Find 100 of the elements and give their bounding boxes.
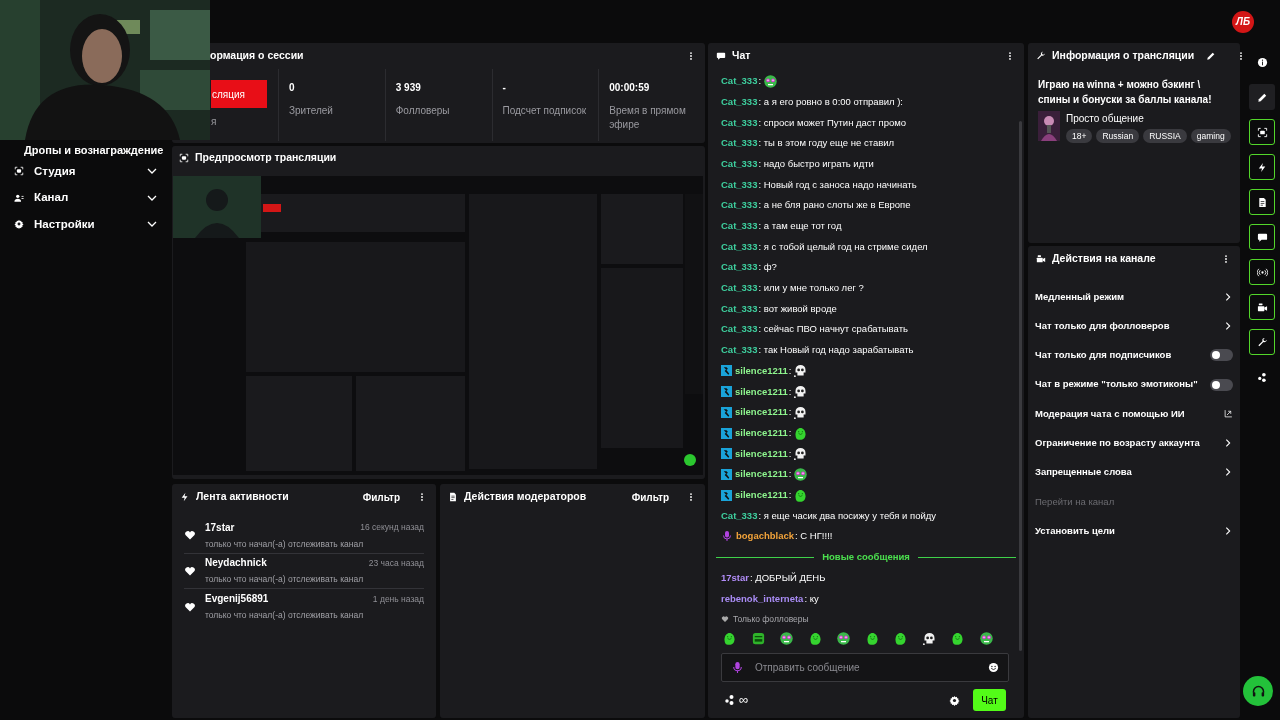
tag[interactable]: RUSSIA (1143, 129, 1187, 143)
emote-button[interactable] (978, 630, 994, 646)
follower-name: Neydachnick (205, 556, 268, 571)
tag[interactable]: 18+ (1066, 129, 1093, 143)
scrollbar[interactable] (1019, 121, 1022, 651)
chat-button[interactable] (1249, 224, 1275, 250)
chat-username[interactable]: silence1211 (735, 446, 788, 461)
toggle-switch[interactable] (1210, 349, 1233, 362)
panel-title: ормация о сессии (210, 48, 304, 64)
chat-message: : (788, 487, 792, 502)
document-icon (1256, 196, 1268, 208)
sidebar-item[interactable]: Студия (0, 158, 172, 185)
chat-message: : (788, 363, 792, 378)
goggles-face-icon (793, 466, 809, 482)
stat-value: - (502, 81, 506, 95)
channel-action[interactable]: Чат в режиме "только эмотиконы" (1035, 377, 1206, 392)
chat-username[interactable]: bogachblack (736, 529, 795, 544)
chat-username[interactable]: Cat_333 (721, 94, 758, 110)
goggles-face-icon (836, 630, 852, 646)
sidebar-item[interactable]: Дропы и вознаграждение (0, 142, 164, 158)
broadcast-button[interactable] (1249, 259, 1275, 285)
channel-action[interactable]: Ограничение по возрасту аккаунта (1035, 436, 1219, 451)
sidebar-item[interactable]: Канал (0, 184, 172, 211)
chat-username[interactable]: Cat_333 (721, 74, 758, 89)
toggle-switch[interactable] (1210, 378, 1233, 391)
chevron-icon (1223, 526, 1233, 536)
stat-label: Фолловеры (395, 104, 451, 118)
channel-action[interactable]: Модерация чата с помощью ИИ (1035, 406, 1220, 421)
capture-icon (1256, 126, 1268, 138)
edit-button[interactable] (1206, 51, 1217, 61)
chat-username[interactable]: Cat_333 (721, 281, 758, 296)
chat-send-button[interactable]: Чат (973, 689, 1006, 711)
sidebar-item[interactable]: Настройки (0, 211, 172, 238)
chat-username[interactable]: Cat_333 (721, 156, 758, 172)
capture-icon (179, 153, 189, 163)
support-button[interactable] (1243, 676, 1273, 706)
chat-message: : ты в этом году еще не ставил (758, 136, 895, 151)
chat-username[interactable]: silence1211 (735, 363, 788, 379)
tag[interactable]: gaming (1190, 129, 1231, 143)
channel-action[interactable]: Установить цели (1035, 523, 1219, 539)
chat-message: : надо быстро играть идти (758, 156, 874, 171)
chat-message: : ДОБРЫЙ ДЕНЬ (750, 571, 826, 586)
external-link-icon (1224, 409, 1233, 419)
stream-button[interactable]: сляция (211, 80, 267, 108)
chat-username[interactable]: silence1211 (735, 467, 788, 482)
chevron-icon (1223, 467, 1233, 478)
stat-label: Время в прямом эфире (609, 104, 687, 132)
chevron-icon (1223, 320, 1233, 331)
chat-username[interactable]: Cat_333 (721, 343, 758, 358)
chat-username[interactable]: Cat_333 (721, 177, 758, 192)
chat-username[interactable]: Cat_333 (721, 260, 758, 275)
chat-username[interactable]: Cat_333 (721, 508, 758, 523)
settings-icon (949, 694, 960, 706)
chat-icon (1256, 231, 1268, 243)
skull-icon (793, 363, 809, 379)
chat-username[interactable]: Cat_333 (721, 219, 758, 234)
chat-message: : сейчас ПВО начнут срабатывать (758, 322, 908, 337)
message-input[interactable]: Отправить сообщение (721, 653, 1009, 682)
filter-button[interactable]: Фильтр (362, 489, 400, 505)
chat-username[interactable]: rebenok_interneta (721, 591, 804, 606)
wrench-button[interactable] (1249, 329, 1275, 355)
emote-button[interactable] (779, 630, 795, 646)
chat-username[interactable]: Cat_333 (721, 322, 758, 337)
tag[interactable]: Russian (1096, 129, 1140, 143)
chat-username[interactable]: Cat_333 (721, 198, 758, 213)
capture-button[interactable] (1249, 119, 1275, 145)
channel-action[interactable]: Чат только для фолловеров (1035, 318, 1219, 334)
channel-action[interactable]: Запрещенные слова (1035, 465, 1219, 480)
wrench-icon (1256, 336, 1268, 348)
chat-username[interactable]: silence1211 (735, 384, 788, 399)
chat-username[interactable]: Cat_333 (721, 239, 758, 254)
settings-button[interactable] (949, 694, 960, 706)
camera-button[interactable] (1249, 294, 1275, 320)
document-button[interactable] (1249, 189, 1275, 215)
chat-username[interactable]: silence1211 (735, 425, 788, 441)
emote-button[interactable] (921, 630, 937, 646)
activity-text: только что начал(-а) отслеживать канал (205, 609, 365, 623)
emote-button[interactable] (836, 630, 852, 646)
logo[interactable]: ЛБ (1232, 10, 1254, 33)
chat-username[interactable]: Cat_333 (721, 301, 758, 317)
emote-button[interactable] (750, 630, 766, 646)
pencil-button[interactable] (1249, 84, 1275, 110)
bolt-icon (180, 492, 190, 502)
chat-message: : или у мне только лег ? (758, 281, 864, 296)
chevron-icon (1223, 438, 1233, 449)
emoji-icon (988, 662, 999, 673)
chat-username[interactable]: 17star (721, 571, 749, 586)
panel-title: Предпросмотр трансляции (195, 150, 337, 166)
channel-action[interactable]: Чат только для подписчиков (1035, 348, 1206, 363)
chat-username[interactable]: silence1211 (735, 487, 788, 503)
filter-button[interactable]: Фильтр (631, 489, 669, 505)
category-name[interactable]: Просто общение (1066, 111, 1144, 126)
chat-username[interactable]: Cat_333 (721, 115, 758, 130)
bolt-button[interactable] (1249, 154, 1275, 180)
chat-username[interactable]: silence1211 (735, 405, 788, 420)
skull-icon (793, 384, 809, 400)
chat-message: : я с тобой целый год на стриме сидел (758, 239, 928, 254)
emote-button[interactable] (722, 630, 737, 646)
chat-username[interactable]: Cat_333 (721, 136, 758, 151)
channel-action[interactable]: Медленный режим (1035, 289, 1219, 304)
